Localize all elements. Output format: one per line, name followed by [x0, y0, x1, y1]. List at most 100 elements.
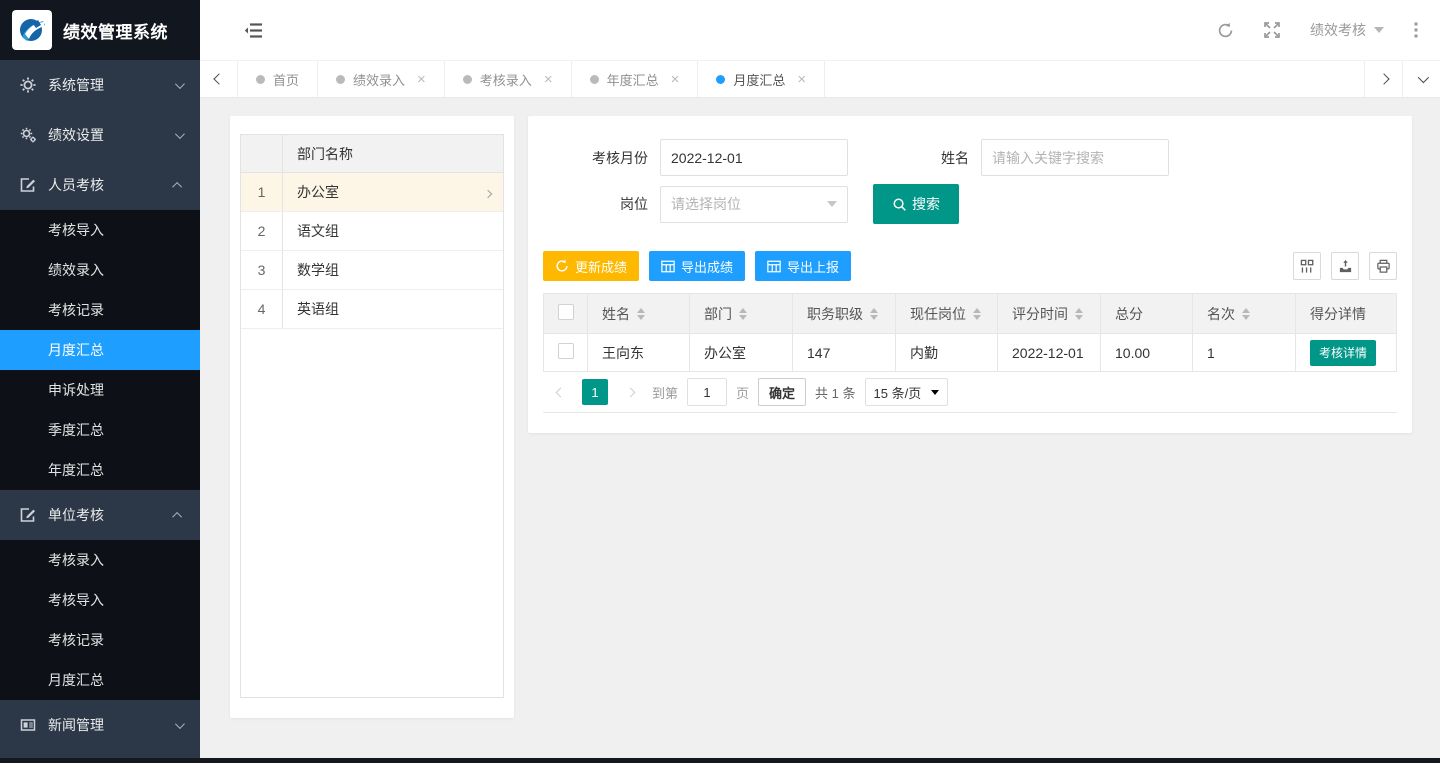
column-header: 得分详情	[1310, 304, 1366, 324]
search-button[interactable]: 搜索	[873, 184, 959, 224]
tabs-scroll-right-button[interactable]	[1364, 61, 1402, 97]
tab-close-icon[interactable]: ×	[797, 72, 806, 87]
sidebar-group-label: 绩效设置	[48, 125, 175, 145]
sidebar-group-label: 新闻管理	[48, 715, 175, 735]
department-row[interactable]: 2 语文组	[241, 212, 503, 251]
chevron-down-icon	[175, 129, 185, 139]
caret-down-icon	[827, 201, 837, 207]
name-search-input[interactable]	[981, 139, 1169, 176]
row-checkbox[interactable]	[558, 343, 574, 359]
tab-monthly-summary[interactable]: 月度汇总 ×	[698, 61, 825, 97]
sidebar-group-label: 单位考核	[48, 505, 175, 525]
sidebar-item-assess-import[interactable]: 考核导入	[0, 210, 200, 250]
sidebar-group-unit-assess[interactable]: 单位考核	[0, 490, 200, 540]
app-logo-icon	[12, 10, 52, 50]
sidebar-group-perf-settings[interactable]: 绩效设置	[0, 110, 200, 160]
department-name: 语文组	[283, 221, 503, 241]
search-button-label: 搜索	[912, 194, 940, 214]
refresh-icon[interactable]	[1217, 22, 1234, 39]
current-page[interactable]: 1	[582, 379, 608, 405]
cell-rank: 147	[793, 334, 896, 372]
sidebar-group-system[interactable]: 系统管理	[0, 60, 200, 110]
print-icon-button[interactable]	[1369, 252, 1397, 280]
sidebar-item-appeal-handling[interactable]: 申诉处理	[0, 370, 200, 410]
sort-icon[interactable]	[1075, 308, 1083, 320]
sidebar-item-unit-monthly-summary[interactable]: 月度汇总	[0, 660, 200, 700]
tab-close-icon[interactable]: ×	[544, 72, 553, 87]
tab-label: 月度汇总	[733, 70, 785, 89]
collapse-sidebar-icon[interactable]	[244, 22, 263, 39]
post-select-placeholder: 请选择岗位	[671, 194, 741, 214]
account-dropdown[interactable]: 绩效考核	[1310, 20, 1384, 40]
tab-home[interactable]: 首页	[238, 61, 318, 97]
sidebar-group-person-assess[interactable]: 人员考核	[0, 160, 200, 210]
content-area: 部门名称 1 办公室 2 语文组 3 数学组 4 英语组	[200, 98, 1440, 763]
export-scores-button[interactable]: 导出成绩	[649, 251, 745, 281]
table-icon	[767, 260, 781, 273]
fullscreen-icon[interactable]	[1264, 22, 1280, 38]
sidebar-group-news[interactable]: 新闻管理	[0, 700, 200, 750]
sidebar-item-unit-assess-records[interactable]: 考核记录	[0, 620, 200, 660]
tab-dot-icon	[716, 75, 725, 84]
pagination: 1 到第 页 确定 共 1 条 15 条/页	[543, 372, 1397, 413]
sidebar-item-perf-entry[interactable]: 绩效录入	[0, 250, 200, 290]
sidebar-item-monthly-summary[interactable]: 月度汇总	[0, 330, 200, 370]
post-label: 岗位	[578, 194, 648, 214]
tab-label: 年度汇总	[607, 70, 659, 89]
sidebar-item-assess-records[interactable]: 考核记录	[0, 290, 200, 330]
sort-icon[interactable]	[1242, 308, 1250, 320]
department-row[interactable]: 3 数学组	[241, 251, 503, 290]
department-panel: 部门名称 1 办公室 2 语文组 3 数学组 4 英语组	[230, 116, 514, 718]
sort-icon[interactable]	[739, 308, 747, 320]
select-all-checkbox[interactable]	[558, 304, 574, 320]
more-vertical-icon[interactable]	[1414, 22, 1418, 38]
table-row: 王向东 办公室 147 内勤 2022-12-01 10.00 1 考核详情	[544, 334, 1397, 372]
sidebar-item-annual-summary[interactable]: 年度汇总	[0, 450, 200, 490]
tab-annual-summary[interactable]: 年度汇总 ×	[572, 61, 699, 97]
department-column-header: 部门名称	[283, 144, 503, 164]
cell-name: 王向东	[588, 334, 690, 372]
tab-dot-icon	[336, 75, 345, 84]
search-icon	[892, 197, 907, 212]
export-report-button[interactable]: 导出上报	[755, 251, 851, 281]
goto-page-input[interactable]	[687, 378, 727, 406]
sidebar-item-quarterly-summary[interactable]: 季度汇总	[0, 410, 200, 450]
app-logo-area: 绩效管理系统	[0, 0, 200, 60]
cell-post: 内勤	[896, 334, 998, 372]
update-scores-button[interactable]: 更新成绩	[543, 251, 639, 281]
goto-confirm-button[interactable]: 确定	[758, 378, 806, 406]
sort-icon[interactable]	[637, 308, 645, 320]
sort-icon[interactable]	[870, 308, 878, 320]
cell-total: 10.00	[1101, 334, 1193, 372]
column-header: 姓名	[602, 304, 630, 324]
page-size-select[interactable]: 15 条/页	[865, 378, 949, 406]
export-button[interactable]	[1331, 252, 1359, 280]
sort-icon[interactable]	[973, 308, 981, 320]
tabs-menu-button[interactable]	[1402, 61, 1440, 97]
filter-columns-button[interactable]	[1293, 252, 1321, 280]
sidebar-item-unit-assess-import[interactable]: 考核导入	[0, 580, 200, 620]
cell-place: 1	[1193, 334, 1296, 372]
column-header: 总分	[1115, 304, 1143, 324]
post-select[interactable]: 请选择岗位	[660, 186, 848, 223]
sidebar-item-unit-assess-entry[interactable]: 考核录入	[0, 540, 200, 580]
department-row[interactable]: 4 英语组	[241, 290, 503, 329]
month-input[interactable]	[660, 139, 848, 176]
tab-assess-entry[interactable]: 考核录入 ×	[445, 61, 572, 97]
prev-page-button[interactable]	[547, 379, 573, 405]
tab-close-icon[interactable]: ×	[671, 72, 680, 87]
submenu-unit-assess: 考核录入 考核导入 考核记录 月度汇总	[0, 540, 200, 700]
tabs-scroll-left-button[interactable]	[200, 61, 238, 97]
column-header: 职务职级	[807, 304, 863, 324]
tab-close-icon[interactable]: ×	[417, 72, 426, 87]
next-page-button[interactable]	[617, 379, 643, 405]
news-icon	[20, 717, 38, 733]
assess-detail-button[interactable]: 考核详情	[1310, 340, 1376, 366]
column-header: 部门	[704, 304, 732, 324]
department-name: 办公室	[283, 182, 485, 202]
department-row[interactable]: 1 办公室	[241, 173, 503, 212]
tab-perf-entry[interactable]: 绩效录入 ×	[318, 61, 445, 97]
chevron-down-icon	[175, 719, 185, 729]
submenu-person-assess: 考核导入 绩效录入 考核记录 月度汇总 申诉处理 季度汇总 年度汇总	[0, 210, 200, 490]
update-scores-label: 更新成绩	[575, 257, 627, 276]
